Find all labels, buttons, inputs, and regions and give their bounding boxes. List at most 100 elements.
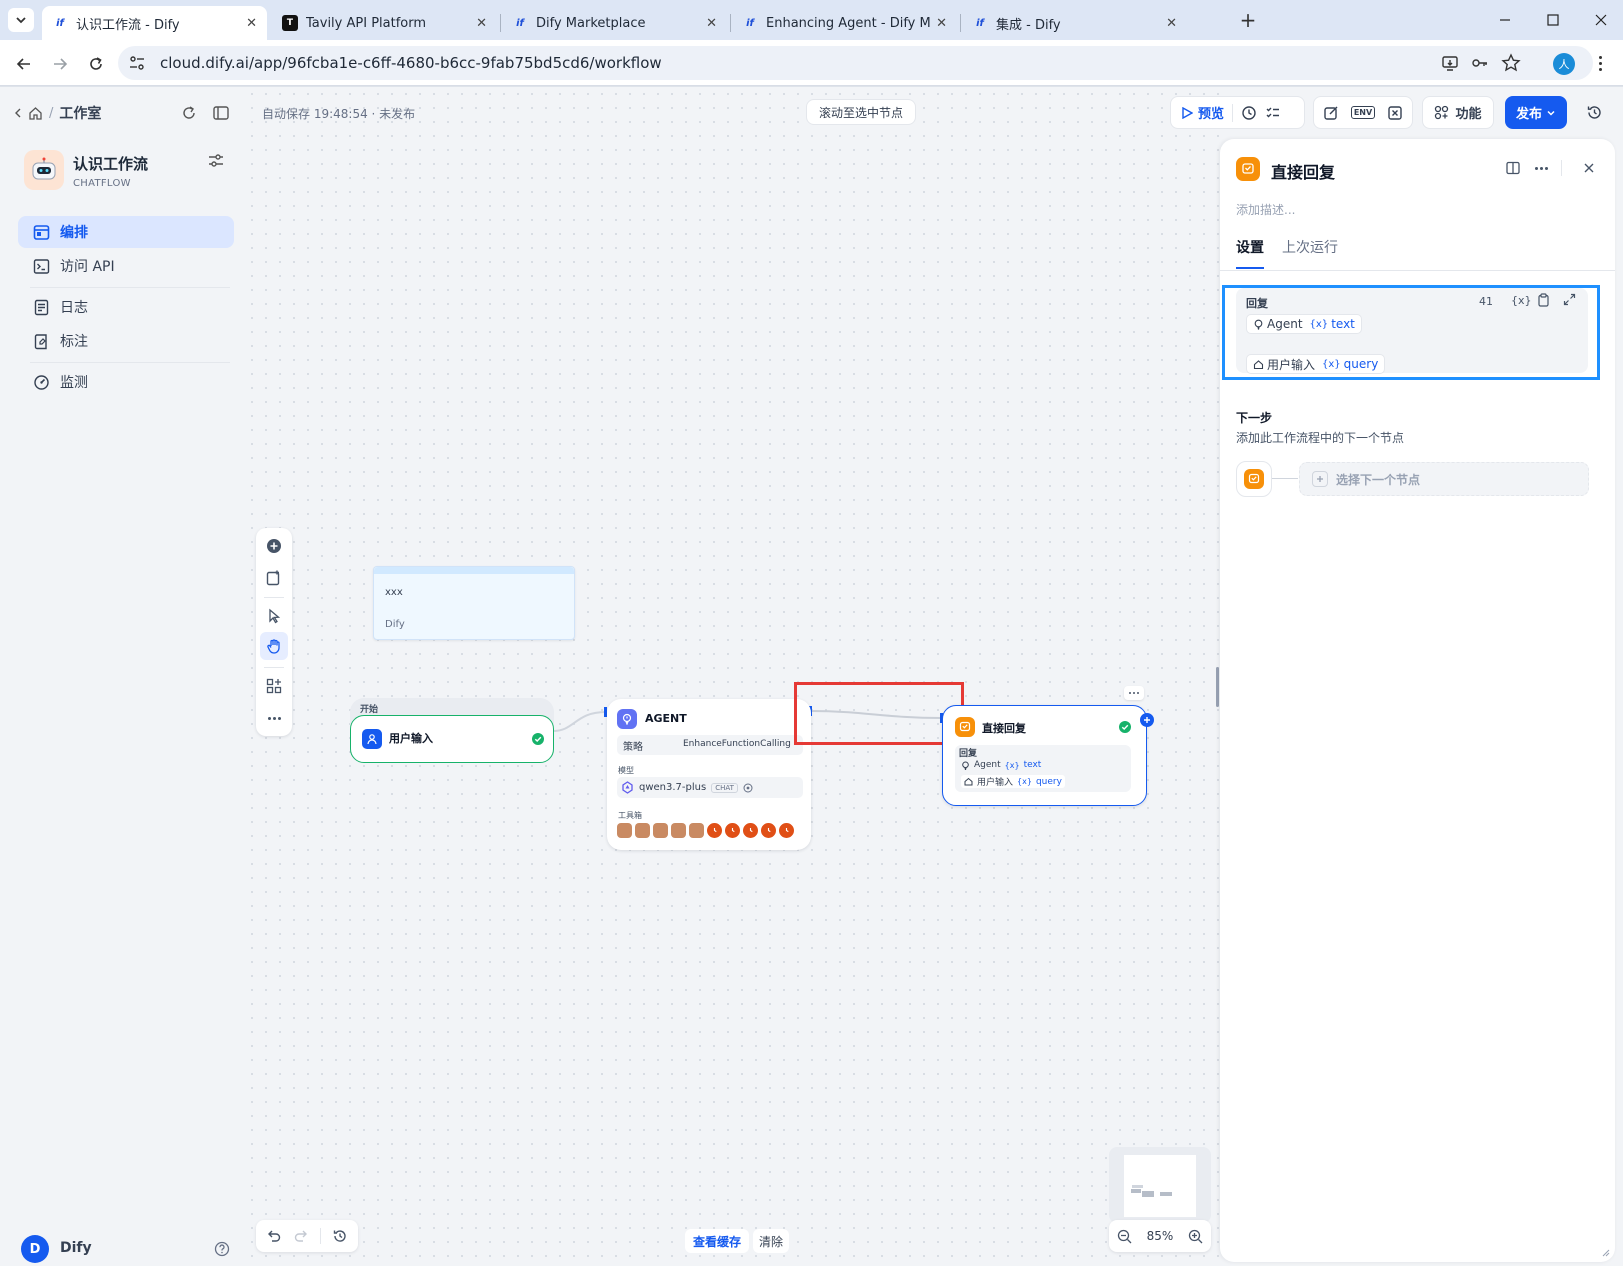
var-name: text xyxy=(1023,760,1042,770)
install-app-icon[interactable] xyxy=(1441,54,1459,72)
browser-tab[interactable]: if 集成 - Dify ✕ xyxy=(962,6,1187,40)
home-icon[interactable] xyxy=(28,106,43,121)
features-icon xyxy=(1434,105,1449,120)
browser-tab[interactable]: if Dify Marketplace ✕ xyxy=(502,6,727,40)
workspace-avatar[interactable]: D xyxy=(21,1235,49,1263)
start-node-body[interactable]: 用户输入 xyxy=(350,715,554,763)
new-tab-icon[interactable]: + xyxy=(1236,8,1260,32)
answer-var-row: 用户输入 {x} query xyxy=(961,775,1065,788)
breadcrumb-studio[interactable]: 工作室 xyxy=(59,103,101,123)
sidebar-item-monitor[interactable]: 监测 xyxy=(18,366,234,398)
more-options-icon[interactable] xyxy=(1532,160,1550,176)
description-input[interactable]: 添加描述... xyxy=(1236,201,1295,218)
expand-icon[interactable] xyxy=(1563,293,1576,306)
resize-grip-icon[interactable] xyxy=(1600,1247,1610,1257)
close-tab-icon[interactable]: ✕ xyxy=(936,16,947,31)
edit-workflow-icon[interactable] xyxy=(1323,105,1339,121)
close-tab-icon[interactable]: ✕ xyxy=(1166,16,1177,31)
sidebar-item-api[interactable]: 访问 API xyxy=(18,250,234,282)
conversation-variables-icon[interactable] xyxy=(1387,105,1403,121)
features-button[interactable]: 功能 xyxy=(1422,96,1494,129)
dify-favicon-icon: if xyxy=(746,17,754,29)
zoom-out-icon[interactable] xyxy=(1117,1229,1132,1244)
profile-avatar[interactable]: 人 xyxy=(1553,53,1575,75)
zoom-in-icon[interactable] xyxy=(1188,1229,1203,1244)
add-next-node-icon[interactable] xyxy=(1140,713,1154,727)
browser-tab-active[interactable]: if 认识工作流 - Dify ✕ xyxy=(42,6,267,40)
site-info-icon[interactable] xyxy=(128,55,146,71)
env-variables-icon[interactable]: ENV xyxy=(1350,106,1376,119)
reply-var-tag[interactable]: Agent {x} text xyxy=(1246,314,1362,334)
tab-settings[interactable]: 设置 xyxy=(1236,237,1264,269)
app-mode: CHATFLOW xyxy=(73,178,131,189)
version-history-icon[interactable] xyxy=(332,1228,348,1244)
clear-cache-button[interactable]: 清除 xyxy=(753,1229,790,1253)
tool-time-icon xyxy=(743,823,758,838)
browser-tab[interactable]: if Enhancing Agent - Dify Mark ✕ xyxy=(732,6,957,40)
copy-icon[interactable] xyxy=(1537,293,1550,307)
minimize-window-icon[interactable] xyxy=(1495,10,1515,30)
tab-title: 认识工作流 - Dify xyxy=(76,17,180,33)
agent-node[interactable]: AGENT 策略 EnhanceFunctionCalling 模型 qwen3… xyxy=(607,699,811,850)
view-cache-button[interactable]: 查看缓存 xyxy=(685,1229,750,1253)
browser-menu-icon[interactable] xyxy=(1592,52,1608,74)
model-settings-icon[interactable] xyxy=(743,783,753,793)
zoom-level[interactable]: 85% xyxy=(1147,1229,1174,1243)
undo-icon[interactable] xyxy=(266,1228,282,1244)
browser-tab-bar: if 认识工作流 - Dify ✕ T Tavily API Platform … xyxy=(0,0,1623,40)
close-window-icon[interactable] xyxy=(1591,10,1611,30)
var-name: text xyxy=(1331,317,1355,331)
var-source: 用户输入 xyxy=(977,778,1014,788)
sidebar-item-annotation[interactable]: 标注 xyxy=(18,325,234,357)
model-selector[interactable]: qwen3.7-plus CHAT xyxy=(617,777,803,798)
close-tab-icon[interactable]: ✕ xyxy=(476,16,487,31)
workspace-name[interactable]: Dify xyxy=(60,1240,92,1256)
reply-editor[interactable]: 回复 41 {x} Agent {x} text 用户输入 {x} query xyxy=(1236,288,1588,374)
strategy-value: EnhanceFunctionCalling xyxy=(683,739,791,749)
answer-node-title: 直接回复 xyxy=(982,722,1026,735)
redo-icon[interactable] xyxy=(293,1228,309,1244)
plus-icon xyxy=(1312,471,1328,487)
close-panel-icon[interactable] xyxy=(1581,160,1597,176)
minimap[interactable] xyxy=(1109,1147,1211,1223)
answer-node-more-icon[interactable] xyxy=(1124,686,1144,700)
reply-var-tag[interactable]: 用户输入 {x} query xyxy=(1246,354,1386,374)
switch-app-icon[interactable] xyxy=(180,104,198,122)
sidebar-item-logs[interactable]: 日志 xyxy=(18,291,234,323)
bookmark-star-icon[interactable] xyxy=(1501,53,1521,73)
dify-favicon-icon: if xyxy=(976,17,984,29)
split-view-icon[interactable] xyxy=(1505,160,1521,176)
app-settings-icon[interactable] xyxy=(207,152,225,170)
file-list-icon xyxy=(32,298,50,316)
password-key-icon[interactable] xyxy=(1471,54,1489,72)
url-field[interactable]: cloud.dify.ai/app/96fcba1e-c6ff-4680-b6c… xyxy=(118,46,1593,80)
forward-arrow-icon[interactable] xyxy=(48,52,72,76)
sidebar-item-orchestrate[interactable]: 编排 xyxy=(18,216,234,248)
browser-tab[interactable]: T Tavily API Platform ✕ xyxy=(272,6,497,40)
publish-button[interactable]: 发布 xyxy=(1505,96,1567,129)
close-tab-icon[interactable]: ✕ xyxy=(706,16,717,31)
run-history-icon[interactable] xyxy=(1241,105,1257,121)
answer-section-label: 回复 xyxy=(959,749,978,759)
insert-variable-icon[interactable]: {x} xyxy=(1511,294,1532,307)
history-clock-icon xyxy=(1586,104,1603,121)
select-next-node-button[interactable]: 选择下一个节点 xyxy=(1299,462,1589,496)
tab-list-dropdown-icon[interactable] xyxy=(8,8,34,32)
checklist-icon[interactable] xyxy=(1265,105,1281,121)
next-step-title: 下一步 xyxy=(1236,411,1273,425)
workflow-history-button[interactable] xyxy=(1577,96,1611,129)
maximize-window-icon[interactable] xyxy=(1543,10,1563,30)
variable-braces-icon: {x} xyxy=(1322,358,1341,370)
answer-node[interactable]: 直接回复 回复 Agent {x} text 用户输入 {x} query xyxy=(942,705,1147,806)
back-arrow-icon[interactable] xyxy=(12,52,36,76)
panel-resize-handle[interactable] xyxy=(1216,667,1219,707)
close-tab-icon[interactable]: ✕ xyxy=(246,16,257,31)
reload-icon[interactable] xyxy=(84,52,108,76)
chevron-left-icon[interactable] xyxy=(14,107,22,119)
workflow-canvas[interactable]: 自动保存 19:48:54 · 未发布 滚动至选中节点 预览 ENV 功能 发布 xyxy=(245,87,1601,1266)
tab-last-run[interactable]: 上次运行 xyxy=(1282,237,1338,269)
help-icon[interactable] xyxy=(214,1241,230,1257)
start-node[interactable]: 开始 用户输入 xyxy=(350,698,554,763)
collapse-sidebar-icon[interactable] xyxy=(212,104,230,122)
panel-title[interactable]: 直接回复 xyxy=(1271,159,1335,183)
